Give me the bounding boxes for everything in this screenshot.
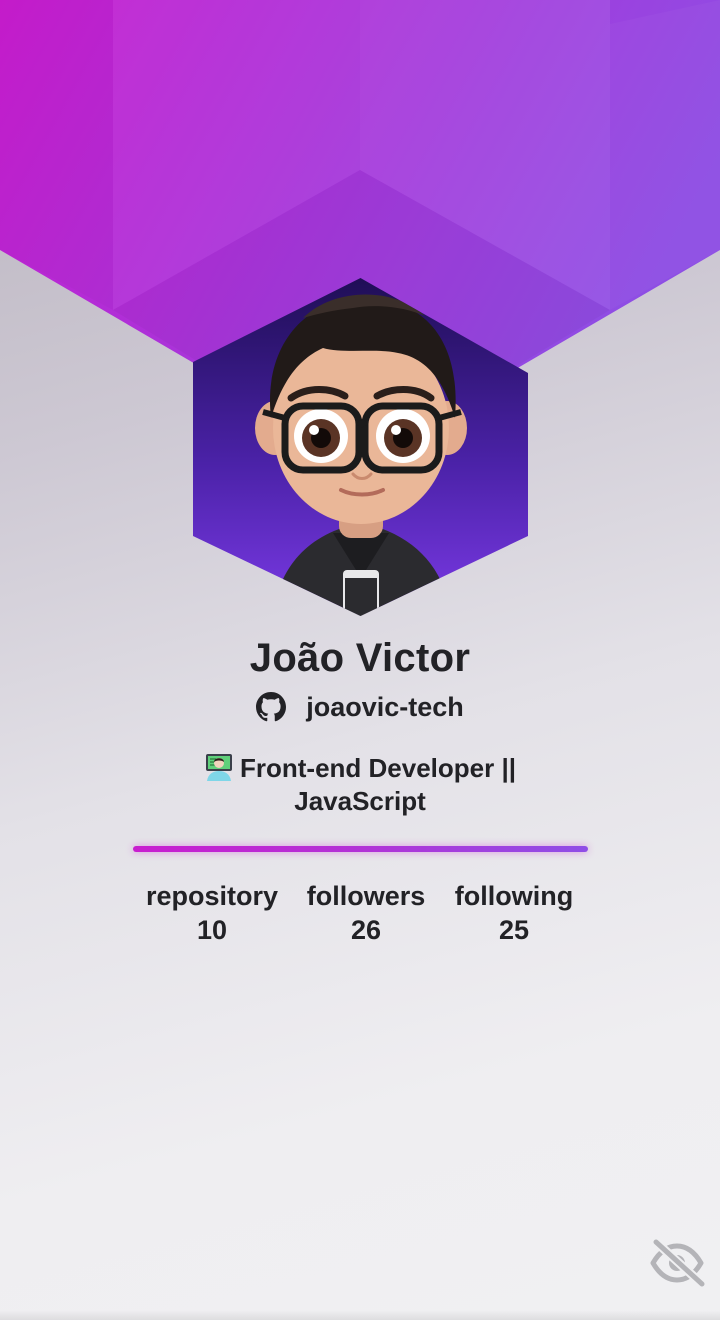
stat-label: following — [454, 881, 574, 911]
technologist-emoji — [205, 754, 232, 781]
bio-text: Front-end Developer || JavaScript — [239, 753, 517, 816]
stats-row: repository 10 followers 26 following 25 — [0, 878, 720, 948]
github-username-link[interactable]: joaovic-tech — [0, 688, 720, 726]
visibility-toggle-button[interactable] — [648, 1238, 706, 1288]
github-icon — [256, 692, 287, 722]
eye-off-icon — [650, 1238, 706, 1288]
profile-name: João Victor — [249, 636, 471, 680]
gradient-divider — [133, 846, 588, 852]
stat-followers: followers 26 — [300, 878, 432, 946]
bottom-edge-shadow — [0, 1310, 720, 1320]
stat-label: followers — [306, 881, 426, 911]
stat-value: 25 — [498, 915, 530, 945]
stat-value: 10 — [196, 915, 228, 945]
stat-following: following 25 — [450, 878, 578, 946]
stat-label: repository — [145, 881, 279, 911]
profile-bio: Front-end Developer || JavaScript — [180, 752, 540, 818]
stat-repository: repository 10 — [142, 878, 282, 946]
avatar — [193, 278, 528, 616]
stat-value: 26 — [350, 915, 382, 945]
username-text: joaovic-tech — [306, 692, 464, 722]
